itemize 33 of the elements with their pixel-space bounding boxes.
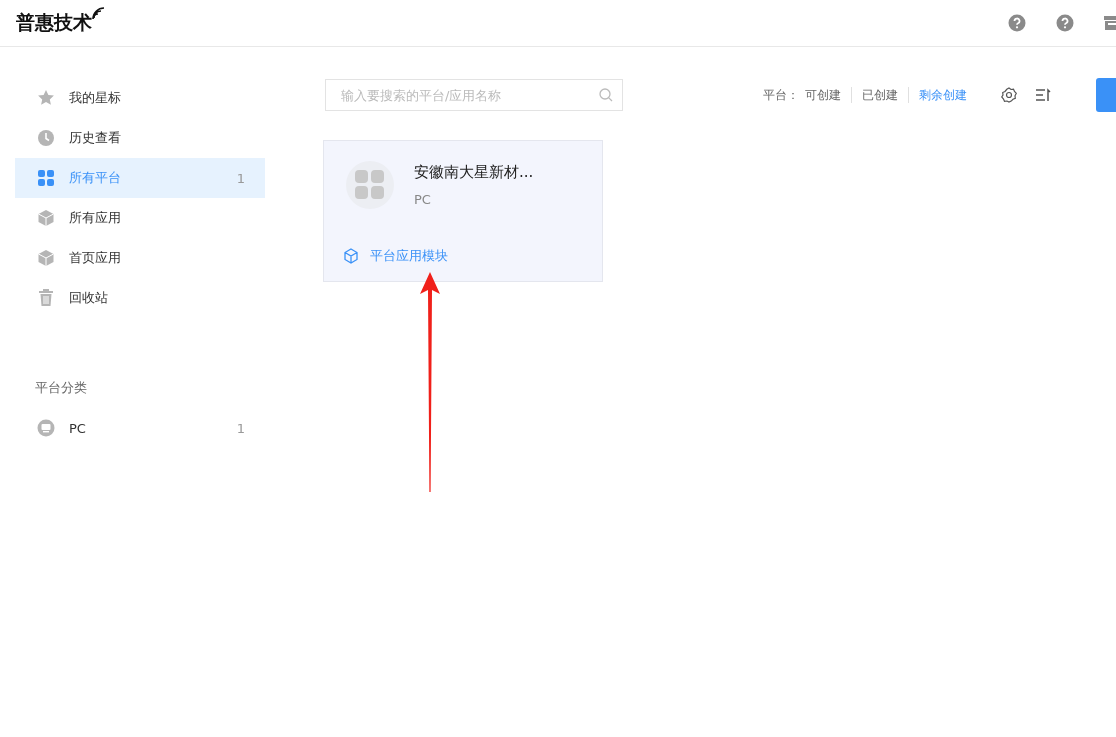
search-field[interactable]: 输入要搜索的平台/应用名称	[325, 79, 623, 111]
section-title: 平台分类	[35, 379, 88, 397]
sidebar-item[interactable]: 所有应用	[15, 198, 265, 238]
sidebar-item[interactable]: 回收站	[15, 278, 265, 318]
filter-option[interactable]: 可创建	[799, 87, 851, 103]
monitor-icon	[37, 419, 55, 437]
grid-icon	[37, 169, 55, 187]
logo-text: 普惠技术	[16, 10, 92, 35]
trash-icon	[37, 289, 55, 307]
sort-icon[interactable]	[1035, 88, 1051, 102]
help-icon[interactable]	[1056, 14, 1074, 32]
settings-icon[interactable]	[1001, 87, 1017, 103]
search-icon[interactable]	[599, 88, 613, 102]
sidebar-item[interactable]: PC 1	[15, 408, 265, 448]
item-count: 1	[236, 420, 245, 436]
card-title: 安徽南大星新材...	[414, 163, 534, 182]
help-icon[interactable]	[1008, 14, 1026, 32]
sidebar-item[interactable]: 首页应用	[15, 238, 265, 278]
card-subtitle: PC	[414, 192, 432, 207]
cube-icon	[37, 249, 55, 267]
filter-label: 平台：	[763, 86, 799, 104]
item-count: 1	[236, 170, 245, 186]
sidebar-item[interactable]: 历史查看	[15, 118, 265, 158]
platform-card[interactable]: 安徽南大星新材... PC 平台应用模块	[323, 140, 603, 282]
clock-icon	[37, 129, 55, 147]
signal-icon	[92, 6, 106, 20]
star-icon	[37, 89, 55, 107]
cube-icon	[37, 209, 55, 227]
sidebar-item[interactable]: 我的星标	[15, 78, 265, 118]
store-icon[interactable]	[1104, 14, 1116, 32]
grid-icon	[354, 169, 386, 201]
cube-icon	[344, 248, 358, 264]
filter-option[interactable]: 已创建	[851, 87, 908, 103]
